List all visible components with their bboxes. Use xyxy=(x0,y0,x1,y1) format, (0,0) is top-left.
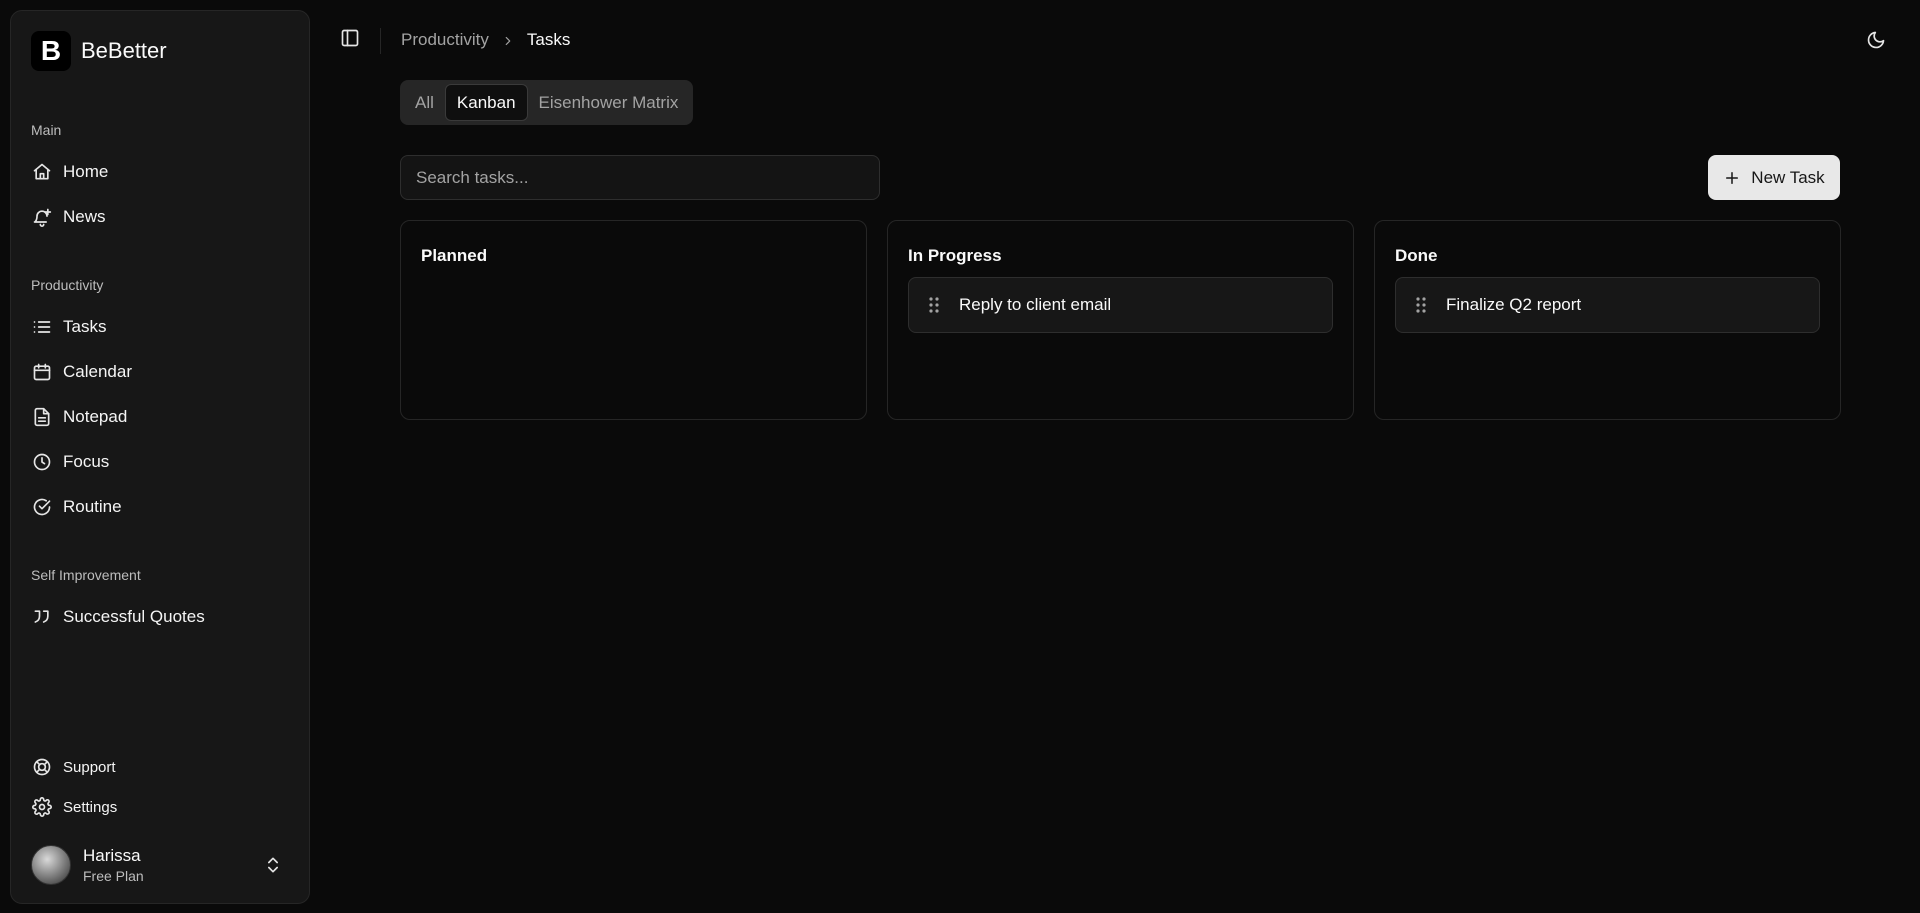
quote-icon xyxy=(31,606,53,628)
sidebar-item-routine[interactable]: Routine xyxy=(23,488,299,526)
sidebar-item-label: Notepad xyxy=(63,407,128,426)
clock-icon xyxy=(31,451,53,473)
task-card[interactable]: Reply to client email xyxy=(908,277,1333,333)
brand-name: BeBetter xyxy=(81,38,167,63)
calendar-icon xyxy=(31,361,53,383)
column-title: In Progress xyxy=(908,246,1002,265)
list-icon xyxy=(31,316,53,338)
user-name: Harissa xyxy=(83,846,141,865)
moon-icon[interactable] xyxy=(1866,30,1888,52)
sidebar-item-settings[interactable]: Settings xyxy=(23,788,299,826)
chevrons-up-down-icon xyxy=(263,855,283,875)
sidebar-item-label: Support xyxy=(63,758,116,776)
gear-icon xyxy=(31,796,53,818)
sidebar-item-successful-quotes[interactable]: Successful Quotes xyxy=(23,598,299,636)
sidebar-item-label: Calendar xyxy=(63,362,132,381)
column-title: Planned xyxy=(421,246,488,265)
new-task-button[interactable]: New Task xyxy=(1708,155,1840,200)
grip-vertical-icon[interactable] xyxy=(1414,296,1428,314)
sidebar-item-notepad[interactable]: Notepad xyxy=(23,398,299,436)
user-info: Harissa Free Plan xyxy=(83,846,144,884)
search-input[interactable] xyxy=(400,155,880,200)
header-divider xyxy=(380,28,381,54)
chevron-right-icon xyxy=(501,33,515,47)
group-label-main: Main xyxy=(31,122,62,138)
file-text-icon xyxy=(31,406,53,428)
grip-vertical-icon[interactable] xyxy=(927,296,941,314)
column-title: Done xyxy=(1395,246,1438,265)
home-icon xyxy=(31,161,53,183)
bell-plus-icon xyxy=(31,206,53,228)
sidebar-item-tasks[interactable]: Tasks xyxy=(23,308,299,346)
tab-eisenhower-matrix[interactable]: Eisenhower Matrix xyxy=(528,84,690,121)
sidebar-item-label: Home xyxy=(63,162,109,181)
sidebar-toggle-icon[interactable] xyxy=(340,28,366,54)
task-card[interactable]: Finalize Q2 report xyxy=(1395,277,1820,333)
brand[interactable]: B BeBetter xyxy=(31,31,167,71)
view-tabs: All Kanban Eisenhower Matrix xyxy=(400,80,694,125)
breadcrumb-parent[interactable]: Productivity xyxy=(401,30,489,50)
user-menu[interactable]: Harissa Free Plan xyxy=(23,839,299,891)
tab-all[interactable]: All xyxy=(404,84,445,121)
check-circle-icon xyxy=(31,496,53,518)
kanban-column-done: Done Finalize Q2 report xyxy=(1374,220,1841,420)
user-plan: Free Plan xyxy=(83,868,144,884)
breadcrumb-current: Tasks xyxy=(526,30,571,49)
breadcrumb: Productivity Tasks xyxy=(401,30,570,50)
new-task-label: New Task xyxy=(1751,167,1825,187)
group-label-productivity: Productivity xyxy=(31,277,104,293)
life-buoy-icon xyxy=(31,756,53,778)
task-title: Finalize Q2 report xyxy=(1446,295,1582,314)
avatar xyxy=(31,845,71,885)
sidebar-item-label: Focus xyxy=(63,452,110,471)
sidebar: B BeBetter Main Home News Productivity T… xyxy=(10,10,310,904)
sidebar-item-label: Successful Quotes xyxy=(63,607,205,626)
app-root: B BeBetter Main Home News Productivity T… xyxy=(0,0,1920,913)
sidebar-item-calendar[interactable]: Calendar xyxy=(23,353,299,391)
group-label-self-improvement: Self Improvement xyxy=(31,567,141,583)
sidebar-item-focus[interactable]: Focus xyxy=(23,443,299,481)
sidebar-item-label: Settings xyxy=(63,798,118,816)
kanban-column-planned: Planned xyxy=(400,220,867,420)
sidebar-item-home[interactable]: Home xyxy=(23,153,299,191)
sidebar-item-label: Routine xyxy=(63,497,122,516)
sidebar-item-news[interactable]: News xyxy=(23,198,299,236)
kanban-column-in-progress: In Progress Reply to client email xyxy=(887,220,1354,420)
tab-kanban[interactable]: Kanban xyxy=(444,84,528,121)
sidebar-item-support[interactable]: Support xyxy=(23,748,299,786)
task-title: Reply to client email xyxy=(959,295,1112,314)
plus-icon xyxy=(1726,171,1739,184)
sidebar-item-label: News xyxy=(63,207,106,226)
sidebar-item-label: Tasks xyxy=(63,317,107,336)
brand-logo: B xyxy=(31,31,71,71)
